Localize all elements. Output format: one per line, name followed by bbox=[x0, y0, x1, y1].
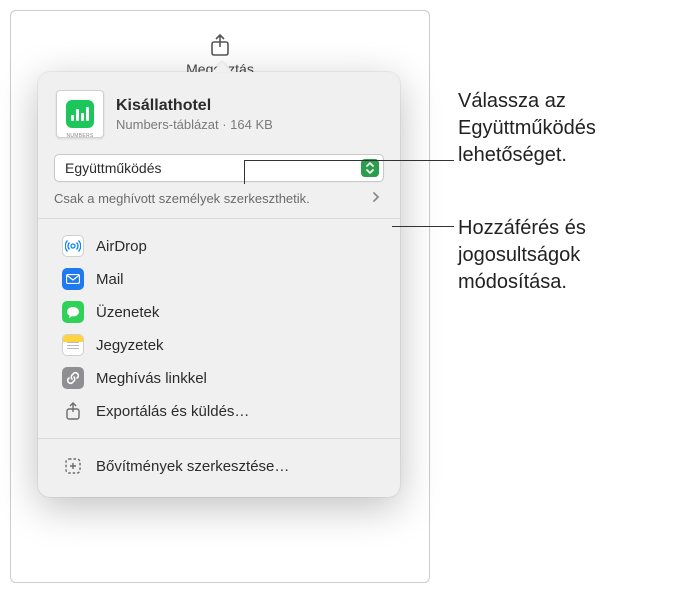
edit-extensions-label: Bővítmények szerkesztése… bbox=[96, 458, 289, 475]
link-icon bbox=[62, 367, 84, 389]
mail-label: Mail bbox=[96, 271, 124, 288]
permissions-text: Csak a meghívott személyek szerkesztheti… bbox=[54, 190, 368, 208]
file-header: NUMBERS Kisállathotel Numbers-táblázat ·… bbox=[38, 86, 400, 148]
callout-line bbox=[244, 160, 454, 161]
mail-item[interactable]: Mail bbox=[44, 263, 394, 295]
file-title: Kisállathotel bbox=[116, 97, 273, 115]
annotation-permissions: Hozzáférés és jogosultságok módosítása. bbox=[458, 215, 668, 296]
extensions-icon bbox=[62, 455, 84, 477]
export-send-label: Exportálás és küldés… bbox=[96, 403, 249, 420]
airdrop-item[interactable]: AirDrop bbox=[44, 230, 394, 262]
collaboration-mode-label: Együttműködés bbox=[65, 160, 162, 176]
callout-line bbox=[244, 160, 245, 184]
divider bbox=[38, 438, 400, 439]
divider bbox=[38, 218, 400, 219]
invite-link-label: Meghívás linkkel bbox=[96, 370, 207, 387]
permissions-row[interactable]: Csak a meghívott személyek szerkesztheti… bbox=[54, 188, 384, 210]
messages-label: Üzenetek bbox=[96, 304, 159, 321]
messages-item[interactable]: Üzenetek bbox=[44, 296, 394, 328]
file-meta: Numbers-táblázat · 164 KB bbox=[116, 117, 273, 132]
airdrop-icon bbox=[62, 235, 84, 257]
notes-icon bbox=[62, 334, 84, 356]
mail-icon bbox=[62, 268, 84, 290]
collaboration-mode-select[interactable]: Együttműködés bbox=[54, 154, 384, 182]
share-icon[interactable] bbox=[206, 31, 234, 59]
chevron-right-icon bbox=[368, 190, 384, 208]
thumb-badge: NUMBERS bbox=[57, 133, 103, 139]
callout-line bbox=[392, 226, 454, 227]
messages-icon bbox=[62, 301, 84, 323]
airdrop-label: AirDrop bbox=[96, 238, 147, 255]
edit-extensions-item[interactable]: Bővítmények szerkesztése… bbox=[44, 450, 394, 482]
export-icon bbox=[62, 400, 84, 422]
share-destinations: AirDrop Mail Üzenetek bbox=[38, 225, 400, 432]
export-send-item[interactable]: Exportálás és küldés… bbox=[44, 395, 394, 427]
notes-item[interactable]: Jegyzetek bbox=[44, 329, 394, 361]
updown-stepper-icon bbox=[361, 159, 379, 177]
extensions-section: Bővítmények szerkesztése… bbox=[38, 445, 400, 487]
invite-link-item[interactable]: Meghívás linkkel bbox=[44, 362, 394, 394]
share-popover: NUMBERS Kisállathotel Numbers-táblázat ·… bbox=[38, 72, 400, 497]
file-thumbnail: NUMBERS bbox=[56, 90, 104, 138]
notes-label: Jegyzetek bbox=[96, 337, 164, 354]
annotation-collaboration: Válassza az Együttműködés lehetőséget. bbox=[458, 88, 668, 169]
